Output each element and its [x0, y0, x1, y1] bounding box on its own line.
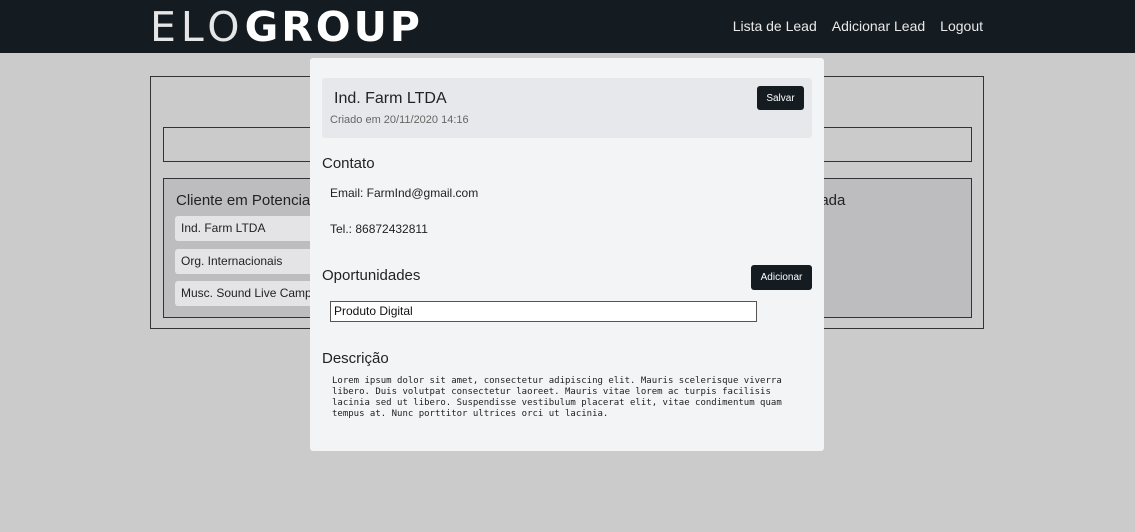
nav-add-lead-link[interactable]: Adicionar Lead: [832, 18, 925, 34]
nav-lead-list-link[interactable]: Lista de Lead: [733, 18, 817, 34]
modal-header: Ind. Farm LTDA Criado em 20/11/2020 14:1…: [322, 78, 812, 138]
opportunities-section-title: Oportunidades: [322, 267, 421, 284]
lead-detail-modal: Ind. Farm LTDA Criado em 20/11/2020 14:1…: [310, 58, 824, 451]
lead-name-title: Ind. Farm LTDA: [334, 90, 447, 107]
description-text: Lorem ipsum dolor sit amet, consectetur …: [332, 376, 782, 419]
lead-card[interactable]: Musc. Sound Live Camp: [175, 281, 315, 306]
logo-thin-text: ELO: [150, 3, 245, 51]
main-nav: Lista de Lead Adicionar Lead Logout: [733, 18, 983, 34]
lead-card[interactable]: Ind. Farm LTDA: [175, 216, 315, 241]
contact-section-title: Contato: [322, 155, 375, 172]
top-navbar: ELOGROUP Lista de Lead Adicionar Lead Lo…: [0, 0, 1135, 53]
column-title-potential-client: Cliente em Potencial: [176, 192, 314, 209]
created-timestamp: Criado em 20/11/2020 14:16: [330, 114, 469, 126]
nav-logout-link[interactable]: Logout: [940, 18, 983, 34]
opportunity-select[interactable]: Produto Digital: [330, 301, 757, 322]
add-opportunity-button[interactable]: Adicionar: [751, 265, 812, 290]
lead-card[interactable]: Org. Internacionais: [175, 249, 315, 274]
contact-phone: Tel.: 86872432811: [330, 222, 428, 236]
elogroup-logo[interactable]: ELOGROUP: [150, 4, 423, 50]
save-button[interactable]: Salvar: [757, 86, 804, 110]
description-section-title: Descrição: [322, 350, 389, 367]
contact-email: Email: FarmInd@gmail.com: [330, 186, 479, 200]
logo-bold-text: GROUP: [244, 3, 423, 51]
